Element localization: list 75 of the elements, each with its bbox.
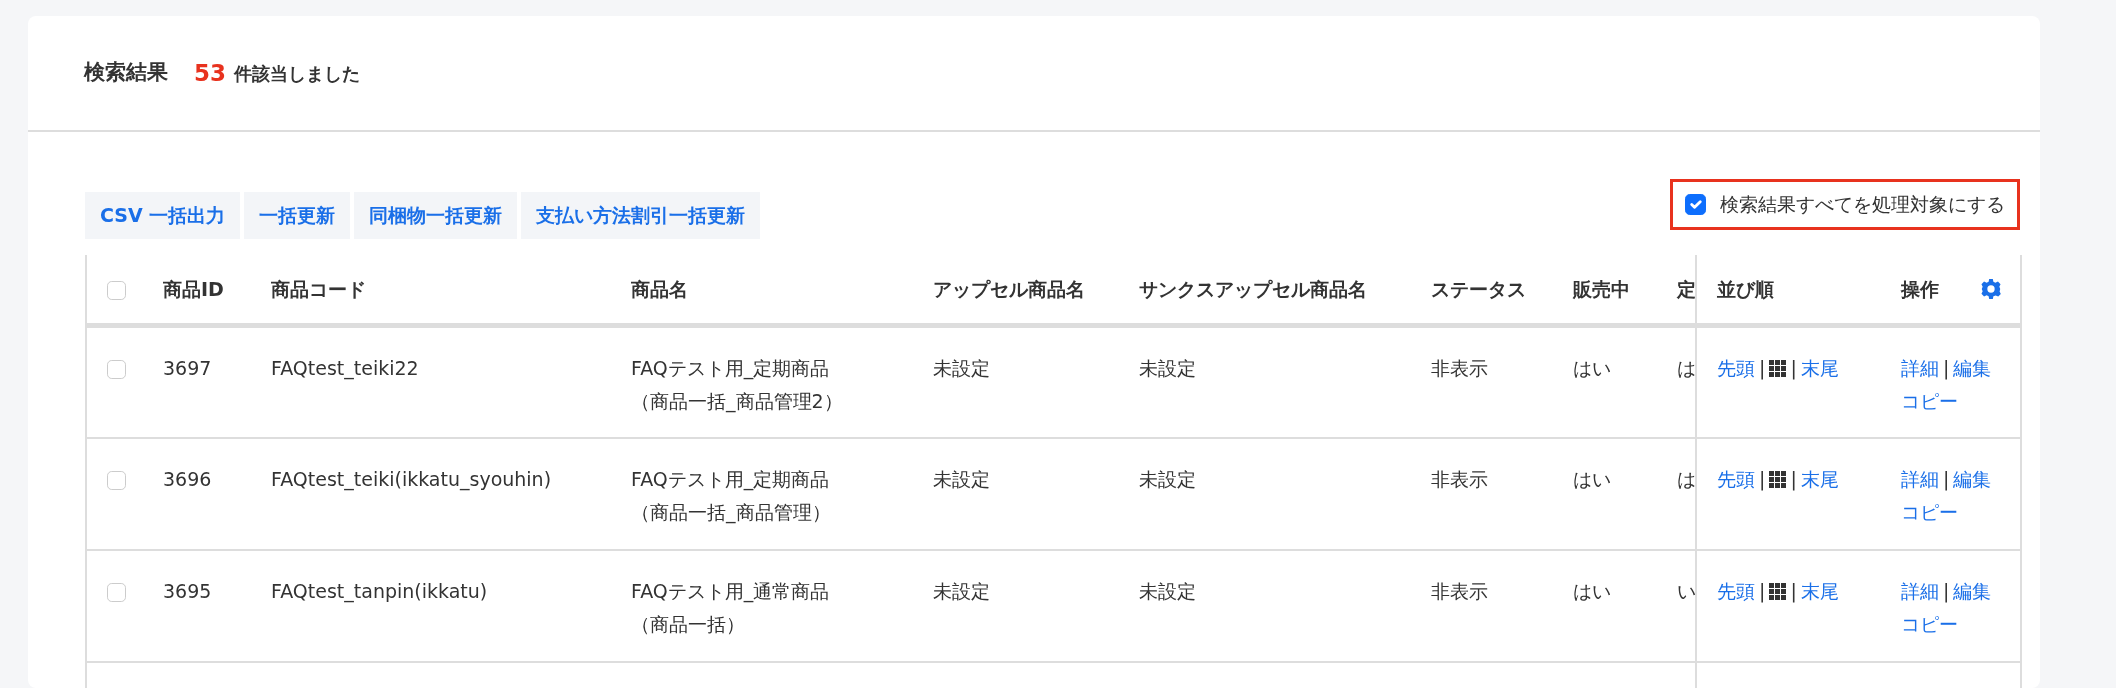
- table-cell: 3696: [163, 467, 212, 490]
- separator: |: [1790, 579, 1797, 602]
- table-cell: い: [1677, 579, 1696, 602]
- action-link[interactable]: コピー: [1901, 500, 1958, 523]
- table-cell: 未設定: [933, 467, 990, 490]
- table-cell: は: [1677, 357, 1696, 379]
- action-link[interactable]: 編集: [1953, 467, 1992, 490]
- table-cell: はい: [1573, 579, 1611, 602]
- table-cell: 3697: [163, 357, 212, 379]
- column-header: ステータス: [1431, 277, 1526, 300]
- column-header: 商品ID: [163, 277, 224, 300]
- column-header: サンクスアップセル商品名: [1139, 277, 1367, 300]
- bulk-action-button[interactable]: CSV 一括出力: [85, 192, 241, 239]
- table-cell: FAQtest_teiki22: [271, 357, 419, 379]
- action-link[interactable]: コピー: [1901, 390, 1958, 413]
- row-checkbox[interactable]: [107, 470, 126, 490]
- separator: |: [1943, 357, 1950, 379]
- column-header: 商品名: [631, 277, 688, 300]
- action-link[interactable]: 詳細: [1901, 579, 1939, 602]
- settings-icon[interactable]: [1980, 277, 2002, 300]
- column-header: 定: [1677, 277, 1696, 300]
- table-cell: 未設定: [933, 579, 990, 602]
- result-count: 53: [194, 58, 226, 88]
- table-cell: 未設定: [1139, 357, 1196, 379]
- table-cell: は: [1677, 467, 1696, 490]
- column-header: 操作: [1901, 276, 1939, 302]
- separator: |: [1759, 357, 1766, 379]
- sort-link[interactable]: 先頭: [1717, 357, 1755, 379]
- action-link[interactable]: 詳細: [1901, 357, 1939, 379]
- drag-grid-icon[interactable]: [1769, 360, 1787, 377]
- table-cell: FAQtest_teiki(ikkatu_syouhin): [271, 467, 552, 490]
- table-cell: FAQtest_tanpin(ikkatu): [271, 579, 488, 602]
- action-link[interactable]: 編集: [1953, 579, 1992, 602]
- table-cell: 3695: [163, 579, 212, 602]
- sort-link[interactable]: 先頭: [1717, 467, 1755, 490]
- separator: |: [1943, 579, 1950, 602]
- separator: |: [1759, 467, 1766, 490]
- table-cell: FAQテスト用_通常商品 （商品一括）: [631, 579, 830, 635]
- drag-grid-icon[interactable]: [1769, 470, 1787, 488]
- select-all-label: 検索結果すべてを処理対象にする: [1720, 192, 2005, 217]
- column-header: 並び順: [1717, 277, 1774, 300]
- row-checkbox[interactable]: [107, 582, 126, 602]
- column-header: 販売中: [1573, 277, 1630, 300]
- bulk-action-button[interactable]: 支払い方法割引一括更新: [521, 192, 761, 239]
- separator: |: [1790, 357, 1797, 379]
- table-cell: 未設定: [1139, 467, 1196, 490]
- table-cell: 非表示: [1431, 357, 1488, 379]
- table-cell: 非表示: [1431, 579, 1488, 602]
- page-title: 検索結果: [84, 59, 168, 87]
- header-checkbox[interactable]: [107, 280, 126, 300]
- select-all-checkbox[interactable]: [1685, 193, 1706, 215]
- separator: |: [1943, 467, 1950, 490]
- table-cell: 未設定: [1139, 579, 1196, 602]
- table-cell: FAQテスト用_定期商品 （商品一括_商品管理2）: [631, 357, 843, 413]
- sort-link[interactable]: 先頭: [1717, 579, 1755, 602]
- table-cell: 未設定: [933, 357, 990, 379]
- column-header: アップセル商品名: [933, 277, 1085, 300]
- action-link[interactable]: 詳細: [1901, 467, 1939, 490]
- drag-grid-icon[interactable]: [1769, 582, 1787, 600]
- column-header: 商品コード: [271, 277, 366, 300]
- separator: |: [1759, 579, 1766, 602]
- result-count-label: 件該当しました: [234, 61, 360, 86]
- action-link[interactable]: 編集: [1953, 357, 1992, 379]
- bulk-action-button[interactable]: 同梱物一括更新: [354, 192, 518, 239]
- table-cell: はい: [1573, 357, 1611, 379]
- bulk-action-button[interactable]: 一括更新: [244, 192, 351, 239]
- sort-link[interactable]: 末尾: [1800, 467, 1839, 490]
- table-cell: はい: [1573, 467, 1611, 490]
- sort-link[interactable]: 末尾: [1800, 579, 1839, 602]
- action-link[interactable]: コピー: [1901, 612, 1958, 635]
- table-cell: FAQテスト用_定期商品 （商品一括_商品管理）: [631, 467, 831, 523]
- row-checkbox[interactable]: [107, 360, 126, 379]
- sort-link[interactable]: 末尾: [1800, 357, 1839, 379]
- separator: |: [1790, 467, 1797, 490]
- table-cell: 非表示: [1431, 467, 1488, 490]
